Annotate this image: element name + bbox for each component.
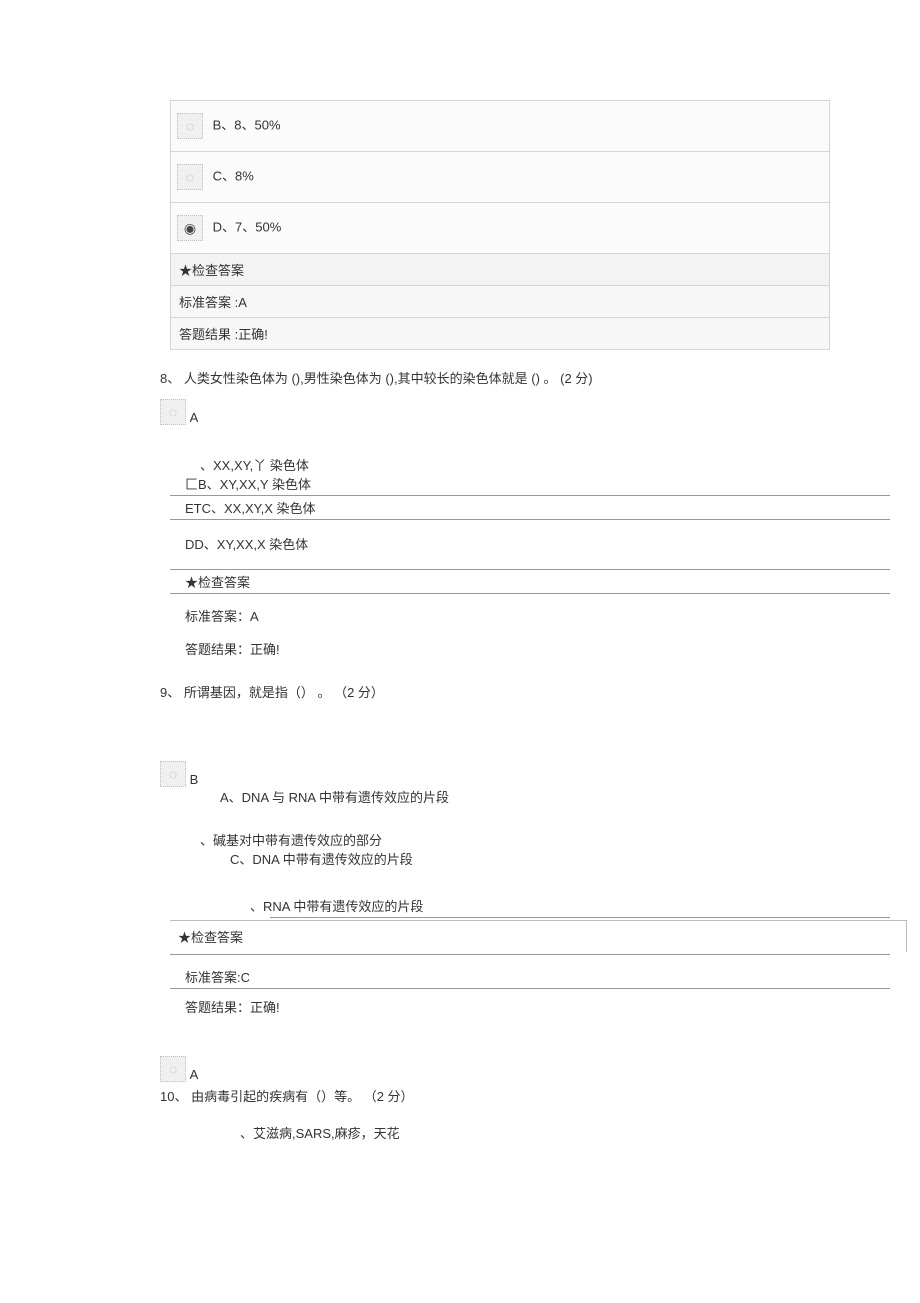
q8-option-d: DD、XY,XX,X 染色体 [185, 534, 790, 553]
q9-check: ★检查答案 [170, 920, 907, 952]
q8-option-a: 、XX,XY,丫 染色体 [200, 455, 790, 474]
radio-icon[interactable] [177, 164, 203, 190]
separator-line [170, 593, 890, 594]
q9-stem: 9、 所谓基因，就是指（） 。 （2 分） [160, 682, 790, 701]
radio-icon[interactable] [177, 113, 203, 139]
q9-option-a: A、DNA 与 RNA 中带有遗传效应的片段 [220, 787, 790, 806]
q7-std-label: 标准答案 :A [171, 286, 830, 318]
radio-selected-icon[interactable] [177, 215, 203, 241]
q9-text: 所谓基因，就是指（） 。 （2 分） [184, 685, 384, 700]
q8-text: 人类女性染色体为 (),男性染色体为 (),其中较长的染色体就是 () 。 (2… [184, 371, 593, 386]
q7-result-row: 答题结果 :正确! [171, 318, 830, 350]
q9-option-c: C、DNA 中带有遗传效应的片段 [230, 849, 790, 868]
q7-option-b-label: B、8、50% [213, 117, 281, 132]
q7-check-label: ★检查答案 [171, 254, 830, 286]
q8-check: ★检查答案 [185, 572, 790, 591]
q7-option-c-row[interactable]: C、8% [171, 152, 830, 203]
separator-line [170, 569, 890, 570]
q8-number: 8、 [160, 371, 180, 386]
separator-line [170, 988, 890, 989]
separator-line [270, 917, 890, 918]
q7-option-d-label: D、7、50% [213, 219, 282, 234]
q9-option-d: 、RNA 中带有遗传效应的片段 [250, 896, 790, 915]
separator-line [170, 954, 890, 955]
q10-number: 10、 [160, 1089, 187, 1104]
q7-option-d-row[interactable]: D、7、50% [171, 203, 830, 254]
q7-option-b-row[interactable]: B、8、50% [171, 101, 830, 152]
q8-result: 答题结果：正确! [185, 639, 790, 658]
q7-check-answer-row: ★检查答案 [171, 254, 830, 286]
q7-options-table: B、8、50% C、8% D、7、50% ★检查答案 标准答案 :A 答题结果 … [170, 100, 830, 350]
q8-stem: 8、 人类女性染色体为 (),男性染色体为 (),其中较长的染色体就是 () 。… [160, 368, 790, 387]
q9-std: 标准答案:C [185, 967, 790, 986]
radio-icon[interactable] [160, 1056, 186, 1082]
separator-line [170, 519, 890, 520]
q8-option-c: ETC、XX,XY,X 染色体 [185, 498, 790, 517]
q7-standard-answer-row: 标准答案 :A [171, 286, 830, 318]
q9-radio-label: B [190, 772, 199, 787]
q7-option-c-label: C、8% [213, 168, 254, 183]
radio-icon[interactable] [160, 761, 186, 787]
q10-stem: 10、 由病毒引起的疾病有（）等。 （2 分） [160, 1086, 790, 1105]
q7-result-label: 答题结果 :正确! [171, 318, 830, 350]
q9-number: 9、 [160, 685, 180, 700]
q8-std: 标准答案：A [185, 606, 790, 625]
q10-radio-label: A [190, 1067, 199, 1082]
q8-option-b: 匚B、XY,XX,Y 染色体 [185, 474, 790, 493]
q10-option-a: 、艾滋病,SARS,麻疹，天花 [240, 1123, 790, 1142]
radio-icon[interactable] [160, 399, 186, 425]
q9-result: 答题结果：正确! [185, 997, 790, 1016]
q10-text: 由病毒引起的疾病有（）等。 （2 分） [191, 1089, 413, 1104]
q8-radio-label: A [190, 410, 199, 425]
q9-option-b: 、碱基对中带有遗传效应的部分 [200, 830, 790, 849]
separator-line [170, 495, 890, 496]
